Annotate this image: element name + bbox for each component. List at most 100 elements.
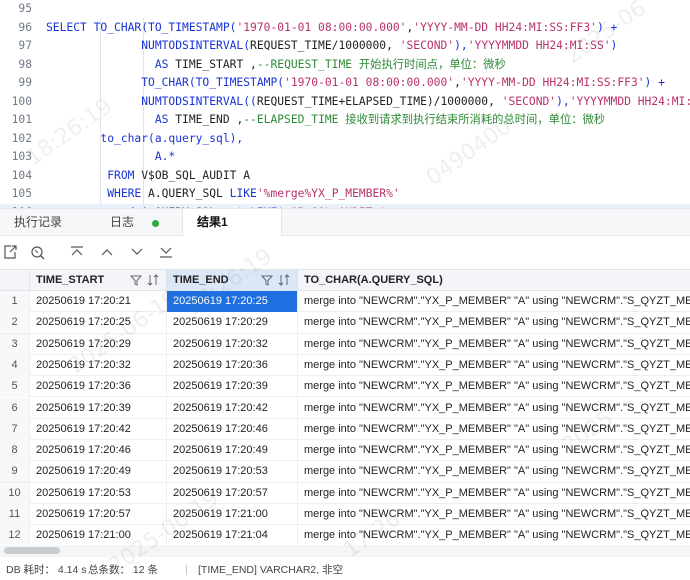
code-line[interactable]: 101 AS TIME_END ,--ELAPSED_TIME 接收到请求到执行…: [0, 111, 690, 129]
column-header-time-start[interactable]: TIME_START: [30, 270, 167, 291]
cell-time-end[interactable]: 20250619 17:20:57: [167, 482, 298, 504]
code-line[interactable]: 103 A.*: [0, 148, 690, 166]
row-number: 12: [0, 525, 30, 544]
cell-query-sql[interactable]: merge into "NEWCRM"."YX_P_MEMBER" "A" us…: [298, 355, 690, 376]
code-text: to_char(a.query_sql),: [46, 130, 243, 148]
cell-time-end[interactable]: 20250619 17:20:32: [167, 333, 298, 355]
refresh-icon[interactable]: [30, 244, 46, 260]
cell-time-start[interactable]: 20250619 17:20:46: [30, 440, 167, 462]
cell-time-start[interactable]: 20250619 17:20:25: [30, 312, 167, 334]
sql-editor[interactable]: 95 96 SELECT TO_CHAR(TO_TIMESTAMP('1970-01…: [0, 0, 690, 208]
line-number: 100: [11, 94, 32, 108]
cell-time-end[interactable]: 20250619 17:20:49: [167, 440, 298, 462]
column-header-query-sql[interactable]: TO_CHAR(A.QUERY_SQL): [298, 270, 690, 291]
column-header-time-end[interactable]: TIME_END: [167, 270, 298, 291]
cell-time-end[interactable]: 20250619 17:21:00: [167, 504, 298, 525]
code-line[interactable]: 99 TO_CHAR(TO_TIMESTAMP('1970-01-01 08:0…: [0, 74, 690, 92]
code-token: 'YYYYMMDD HH24:MI:: [569, 94, 690, 108]
code-line[interactable]: 100 NUMTODSINTERVAL((REQUEST_TIME+ELAPSE…: [0, 93, 690, 111]
cell-query-sql[interactable]: merge into "NEWCRM"."YX_P_MEMBER" "A" us…: [298, 419, 690, 440]
table-row[interactable]: 6 20250619 17:20:39 20250619 17:20:42 merge…: [0, 397, 690, 419]
code-token: ),: [556, 94, 570, 108]
filter-icon[interactable]: [130, 274, 142, 286]
export-icon[interactable]: [2, 244, 18, 260]
cell-query-sql[interactable]: merge into "NEWCRM"."YX_P_MEMBER" "A" us…: [298, 504, 690, 525]
cell-query-sql[interactable]: merge into "NEWCRM"."YX_P_MEMBER" "A" us…: [298, 525, 690, 544]
cell-time-end[interactable]: 20250619 17:20:39: [167, 376, 298, 398]
code-token: 'YYYYMMDD HH24:MI:SS': [467, 39, 611, 52]
table-row[interactable]: 11 20250619 17:20:57 20250619 17:21:00 merg…: [0, 504, 690, 526]
table-row[interactable]: 8 20250619 17:20:46 20250619 17:20:49 merge…: [0, 440, 690, 462]
code-line[interactable]: 98 AS TIME_START ,--REQUEST_TIME 开始执行时间点…: [0, 56, 690, 74]
cell-time-end[interactable]: 20250619 17:21:04: [167, 525, 298, 544]
code-token: ): [610, 39, 618, 52]
cell-time-end[interactable]: 20250619 17:20:36: [167, 354, 298, 376]
tab-execution-history[interactable]: 执行记录: [0, 209, 76, 236]
cell-time-end[interactable]: 20250619 17:20:46: [167, 418, 298, 440]
cell-time-start[interactable]: 20250619 17:20:49: [30, 461, 167, 483]
cell-query-sql[interactable]: merge into "NEWCRM"."YX_P_MEMBER" "A" us…: [298, 312, 690, 333]
cell-time-start[interactable]: 20250619 17:20:36: [30, 376, 167, 398]
code-line[interactable]: 102 to_char(a.query_sql),: [0, 130, 690, 148]
prev-page-icon[interactable]: [99, 244, 115, 260]
table-row[interactable]: 9 20250619 17:20:49 20250619 17:20:53 merge…: [0, 461, 690, 483]
table-row[interactable]: 1 20250619 17:20:21 20250619 17:20:25 merge…: [0, 291, 690, 313]
code-line[interactable]: 96 SELECT TO_CHAR(TO_TIMESTAMP('1970-01-0…: [0, 19, 690, 37]
table-row[interactable]: 10 20250619 17:20:53 20250619 17:20:57 merg…: [0, 482, 690, 504]
filter-icon[interactable]: [261, 274, 273, 286]
cell-time-start[interactable]: 20250619 17:20:21: [30, 291, 167, 312]
cell-time-end[interactable]: 20250619 17:20:29: [167, 312, 298, 334]
cell-time-start[interactable]: 20250619 17:21:00: [30, 525, 167, 544]
sort-icon[interactable]: [147, 274, 159, 286]
cell-time-start[interactable]: 20250619 17:20:39: [30, 397, 167, 419]
cell-query-sql[interactable]: merge into "NEWCRM"."YX_P_MEMBER" "A" us…: [298, 398, 690, 419]
table-row[interactable]: 5 20250619 17:20:36 20250619 17:20:39 merge…: [0, 376, 690, 398]
row-number: 4: [0, 354, 30, 376]
code-token: SELECT TO_CHAR(TO_TIMESTAMP(: [46, 20, 237, 34]
code-line[interactable]: 95: [0, 0, 690, 18]
table-row[interactable]: 2 20250619 17:20:25 20250619 17:20:29 merge…: [0, 312, 690, 334]
cell-time-end[interactable]: 20250619 17:20:25: [167, 291, 298, 312]
scrollbar-thumb[interactable]: [4, 547, 60, 554]
cell-query-sql[interactable]: merge into "NEWCRM"."YX_P_MEMBER" "A" us…: [298, 291, 690, 312]
code-token: 'SECOND': [399, 39, 455, 52]
row-number-header: [0, 270, 30, 291]
cell-query-sql[interactable]: merge into "NEWCRM"."YX_P_MEMBER" "A" us…: [298, 461, 690, 482]
row-number: 5: [0, 376, 30, 398]
cell-time-start[interactable]: 20250619 17:20:29: [30, 333, 167, 355]
table-row[interactable]: 7 20250619 17:20:42 20250619 17:20:46 merge…: [0, 418, 690, 441]
result-grid[interactable]: TIME_START TIME_END TO_CHAR(A.QUERY_SQL)…: [0, 269, 690, 544]
table-row[interactable]: 12 20250619 17:21:00 20250619 17:21:04 merg…: [0, 525, 690, 544]
cell-query-sql[interactable]: merge into "NEWCRM"."YX_P_MEMBER" "A" us…: [298, 334, 690, 355]
horizontal-scrollbar[interactable]: [0, 545, 690, 557]
log-status-dot-icon: [152, 220, 159, 227]
cell-time-end[interactable]: 20250619 17:20:42: [167, 397, 298, 419]
code-line[interactable]: 104 FROM V$OB_SQL_AUDIT A: [0, 167, 690, 185]
tab-log[interactable]: 日志: [96, 209, 148, 236]
code-text: A.*: [46, 148, 175, 166]
code-token: --ELAPSED_TIME 接收到请求到执行结束所消耗的总时间，单位：微秒: [243, 113, 606, 126]
code-token: 'YYYY-MM-DD HH24:MI:SS:FF3': [413, 20, 597, 34]
cell-query-sql[interactable]: merge into "NEWCRM"."YX_P_MEMBER" "A" us…: [298, 376, 690, 397]
cell-time-start[interactable]: 20250619 17:20:53: [30, 482, 167, 504]
cell-time-start[interactable]: 20250619 17:20:42: [30, 418, 167, 440]
db-elapsed-time: DB 耗时： 4.14 s: [6, 564, 87, 576]
code-token: AS: [46, 57, 176, 71]
row-number: 3: [0, 333, 30, 355]
sort-icon[interactable]: [278, 274, 290, 286]
cell-query-sql[interactable]: merge into "NEWCRM"."YX_P_MEMBER" "A" us…: [298, 440, 690, 461]
line-number: 102: [11, 131, 32, 145]
code-line[interactable]: 97 NUMTODSINTERVAL(REQUEST_TIME/1000000,…: [0, 37, 690, 55]
cell-time-start[interactable]: 20250619 17:20:57: [30, 504, 167, 525]
row-number: 11: [0, 504, 30, 525]
cell-time-end[interactable]: 20250619 17:20:53: [167, 461, 298, 483]
cell-query-sql[interactable]: merge into "NEWCRM"."YX_P_MEMBER" "A" us…: [298, 483, 690, 504]
last-page-icon[interactable]: [158, 244, 174, 260]
tab-result-1[interactable]: 结果1: [182, 209, 282, 236]
code-line[interactable]: 105 WHERE A.QUERY_SQL LIKE'%merge%YX_P_M…: [0, 185, 690, 203]
next-page-icon[interactable]: [129, 244, 145, 260]
first-page-icon[interactable]: [69, 244, 85, 260]
table-row[interactable]: 3 20250619 17:20:29 20250619 17:20:32 merge…: [0, 333, 690, 355]
table-row[interactable]: 4 20250619 17:20:32 20250619 17:20:36 merge…: [0, 354, 690, 377]
cell-time-start[interactable]: 20250619 17:20:32: [30, 354, 167, 376]
